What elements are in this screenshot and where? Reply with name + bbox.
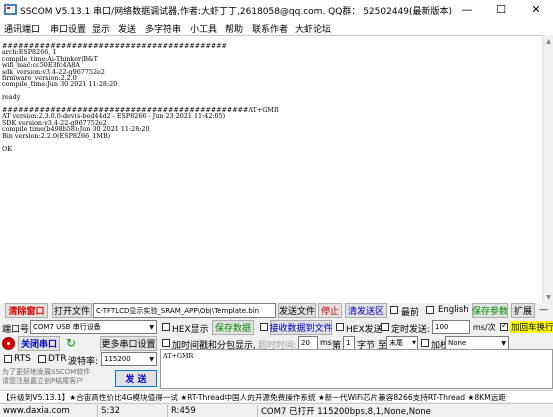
news-ticker[interactable]: 【升级到V5.13.1】★合宙高性价比4G模块值得一试 ★RT-Thread中国…: [0, 390, 553, 402]
file-path-input[interactable]: C-TFTLCD显示实验_SRAM_APP\Obj\Template.bin: [93, 303, 276, 318]
expand-button[interactable]: 扩展: [511, 303, 535, 318]
interval-input[interactable]: 100: [432, 320, 470, 334]
open-file-button[interactable]: 打开文件: [52, 303, 92, 318]
send-area[interactable]: AT+GMR: [160, 349, 553, 389]
menu-help[interactable]: 帮助: [225, 22, 243, 35]
collapse-icon[interactable]: —: [539, 305, 548, 315]
checksum-checkbox[interactable]: [421, 339, 429, 347]
clear-send-area-button[interactable]: 清发送区: [345, 303, 387, 318]
window-title: SSCOM V5.13.1 串口/网络数据调试器,作者:大虾丁丁,2618058…: [20, 7, 453, 17]
maximize-button[interactable]: ☐: [484, 0, 518, 19]
timeout-input[interactable]: 20: [298, 336, 318, 350]
menu-serial-settings[interactable]: 串口设置: [50, 22, 86, 35]
topmost-checkbox[interactable]: [390, 306, 398, 314]
status-sent: S:32: [98, 405, 168, 417]
add-crlf-label: 加回车换行: [510, 321, 553, 333]
byte-input[interactable]: 1: [343, 336, 355, 350]
title-bar: SSCOM V5.13.1 串口/网络数据调试器,作者:大虾丁丁,2618058…: [0, 0, 553, 19]
hex-send-label: HEX发送: [346, 325, 383, 335]
menu-send[interactable]: 发送: [118, 22, 136, 35]
hex-send-checkbox[interactable]: [336, 323, 344, 331]
save-data-button[interactable]: 保存数据: [212, 320, 254, 335]
hex-display-label: HEX显示: [172, 325, 209, 335]
baud-value: 115200: [104, 355, 131, 363]
dtr-checkbox[interactable]: [38, 355, 46, 363]
ticker-text: 【升级到V5.13.1】★合宙高性价比4G模块值得一试 ★RT-Thread中国…: [2, 393, 506, 402]
recv-to-file-checkbox[interactable]: [260, 323, 268, 331]
menu-contact-author[interactable]: 联系作者: [252, 22, 288, 35]
timed-send-checkbox[interactable]: [381, 323, 389, 331]
vertical-scrollbar[interactable]: ▲ ▼: [542, 35, 553, 303]
english-label: English: [438, 305, 469, 315]
interval-unit: ms/次: [473, 323, 496, 332]
status-bar: www.daxia.com S:32 R:459 COM7 已打开 115200…: [0, 403, 553, 417]
port-value: COM7 USB 串行设备: [33, 323, 101, 331]
port-label: 端口号: [2, 325, 30, 335]
stop-button[interactable]: 停止: [318, 303, 342, 318]
refresh-icon[interactable]: ↻: [64, 336, 78, 350]
send-file-button[interactable]: 发送文件: [278, 303, 316, 318]
more-settings-button[interactable]: 更多串口设置: [100, 336, 157, 351]
status-received: R:459: [168, 405, 258, 417]
timed-send-label: 定时发送:: [391, 325, 431, 335]
status-url[interactable]: www.daxia.com: [0, 405, 98, 417]
menu-bar: 通讯端口 串口设置 显示 发送 多字符串 小工具 帮助 联系作者 大虾论坛: [0, 19, 553, 35]
checksum-select[interactable]: None ▼: [445, 336, 509, 350]
baud-select[interactable]: 115200 ▼: [101, 352, 157, 366]
send-text: AT+GMR: [163, 352, 194, 360]
checksum-value: None: [448, 339, 467, 347]
hex-display-checkbox[interactable]: [162, 323, 170, 331]
close-button[interactable]: ✕: [519, 0, 553, 19]
menu-forum[interactable]: 大虾论坛: [295, 22, 331, 35]
chevron-down-icon[interactable]: ▼: [149, 324, 154, 331]
end-select-value: 末尾: [389, 339, 403, 347]
close-port-button[interactable]: 关闭串口: [18, 336, 60, 351]
timeout-unit: ms: [320, 338, 332, 347]
receive-text: ########################################…: [2, 42, 279, 153]
save-params-button[interactable]: 保存参数: [472, 303, 508, 318]
rts-checkbox[interactable]: [4, 355, 12, 363]
menu-display[interactable]: 显示: [92, 22, 110, 35]
port-status-icon: [2, 337, 15, 350]
chevron-down-icon[interactable]: ▼: [412, 340, 416, 346]
app-icon: [4, 4, 17, 15]
add-crlf-checkbox[interactable]: ✓: [500, 321, 508, 331]
receive-area[interactable]: ########################################…: [0, 35, 542, 303]
promo-text[interactable]: 为了更好地发展SSCOM软件 请您注册嘉立创P结尾客户: [2, 368, 110, 386]
file-toolbar: 清除窗口 打开文件 C-TFTLCD显示实验_SRAM_APP\Obj\Temp…: [0, 303, 553, 319]
timestamp-checkbox[interactable]: [162, 339, 170, 347]
send-button[interactable]: 发 送: [115, 370, 157, 387]
end-select[interactable]: 末尾 ▼: [386, 336, 418, 350]
scroll-down-icon[interactable]: ▼: [543, 291, 553, 303]
rts-label: RTS: [14, 354, 31, 364]
clear-window-button[interactable]: 清除窗口: [5, 303, 48, 318]
menu-comm-port[interactable]: 通讯端口: [4, 22, 40, 35]
recv-to-file-button[interactable]: 接收数据到文件: [270, 320, 333, 335]
baud-label: 波特率:: [68, 357, 99, 367]
chevron-down-icon[interactable]: ▼: [501, 340, 506, 347]
status-port: COM7 已打开 115200bps,8,1,None,None: [261, 407, 431, 417]
chevron-down-icon[interactable]: ▼: [149, 356, 154, 363]
minimize-button[interactable]: —: [450, 0, 484, 19]
port-select[interactable]: COM7 USB 串行设备 ▼: [30, 320, 157, 334]
topmost-label: 最前: [401, 308, 420, 318]
menu-multi-string[interactable]: 多字符串: [145, 22, 181, 35]
check-icon: ✓: [501, 321, 508, 330]
dtr-label: DTR: [48, 354, 67, 364]
scroll-up-icon[interactable]: ▲: [543, 35, 553, 47]
english-checkbox[interactable]: [426, 306, 434, 314]
menu-tools[interactable]: 小工具: [190, 22, 217, 35]
